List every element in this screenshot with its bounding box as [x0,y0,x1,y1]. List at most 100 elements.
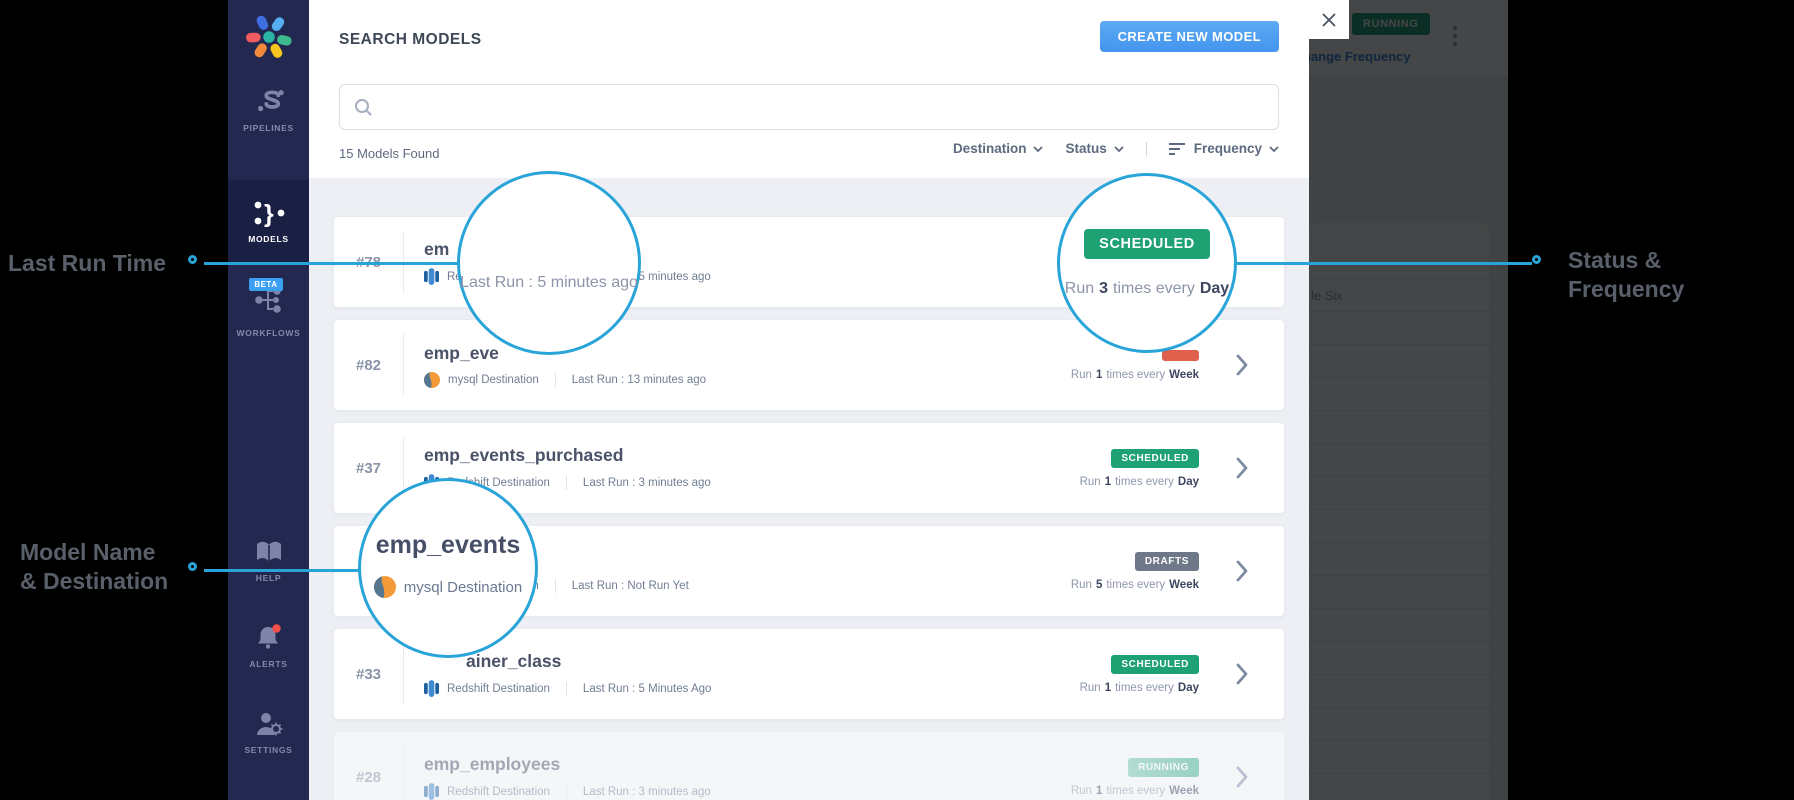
status-badge: SCHEDULED [1111,448,1199,468]
app-logo[interactable] [228,14,309,60]
modal-overlay [1309,0,1508,800]
status-badge: DRAFTS [1134,551,1199,571]
chevron-right-icon [1236,663,1247,685]
search-icon [355,99,372,116]
status-filter[interactable]: Status [1065,141,1124,156]
beta-badge: BETA [249,278,283,291]
redshift-destination-icon [424,680,439,697]
filter-divider [1145,141,1147,156]
sidebar-item-label: HELP [255,573,282,583]
sidebar-item-label: SETTINGS [244,745,293,755]
mysql-destination-icon [373,576,396,598]
destination-label: Redshift Destination [447,785,550,798]
annotation-line-last-run [204,262,458,265]
magnified-destination: mysql Destination [361,576,535,598]
run-frequency-text: Run 1 times every Week [1070,368,1199,381]
search-box[interactable] [339,84,1279,130]
meta-divider [565,784,567,799]
model-id: #82 [355,356,382,374]
status-badge [1162,349,1199,361]
sidebar-item-pipelines[interactable]: PIPELINES [228,88,309,133]
search-input[interactable] [382,99,1278,115]
magnified-status-badge: SCHEDULED [1084,229,1210,259]
run-frequency-text: Run 1 times every Week [1070,784,1199,797]
sidebar-item-models[interactable]: } MODELS [228,180,309,262]
chevron-down-icon [1033,145,1044,152]
create-new-model-button[interactable]: CREATE NEW MODEL [1099,21,1279,52]
meta-divider [554,578,556,593]
meta-divider [565,475,567,490]
sort-icon [1168,142,1185,155]
last-run-text: Last Run : 3 minutes ago [582,785,711,798]
destination-label: Redshift Destination [447,682,550,695]
status-badge: RUNNING [1128,757,1199,777]
row-chevron[interactable] [1199,354,1284,376]
chevron-right-icon [1236,766,1247,788]
magnifier-lens-model-name: emp_events mysql Destination [358,478,538,658]
mysql-destination-icon [424,371,440,388]
meta-divider [565,681,567,696]
last-run-text: Last Run : 5 Minutes Ago [582,682,712,695]
magnified-model-name: emp_events [375,531,521,559]
chevron-right-icon [1236,457,1247,479]
model-name: emp_employees [424,754,561,774]
sidebar-item-settings[interactable]: SETTINGS [228,710,309,755]
annotation-ring-status [1532,255,1541,264]
sidebar-item-label: ALERTS [249,659,288,669]
row-chevron[interactable] [1199,560,1284,582]
dimmed-background-page: RUNNING hange Frequency le Six [1309,0,1508,800]
magnifier-lens-last-run: Last Run : 5 minutes ago [457,171,641,355]
app-screenshot: PIPELINES } MODELS BETA WORKFLOWS HELP A… [228,0,1508,800]
run-frequency-text: Run 5 times every Week [1070,578,1199,591]
row-chevron[interactable] [1199,663,1284,685]
annotation-ring-last-run [188,255,197,264]
annotation-label-model-name-destination: Model Name & Destination [20,539,169,594]
chevron-right-icon [1236,560,1247,582]
meta-divider [554,372,556,387]
frequency-sort-filter[interactable]: Frequency [1168,141,1279,156]
modal-title: SEARCH MODELS [339,31,482,48]
row-chevron[interactable] [1199,766,1284,788]
run-frequency-text: Run 1 times every Day [1079,475,1199,488]
models-icon: } [254,200,284,228]
help-book-icon [256,541,281,562]
sidebar: PIPELINES } MODELS BETA WORKFLOWS HELP A… [228,0,309,800]
chevron-right-icon [1236,354,1247,376]
model-id: #37 [355,459,382,477]
model-name: ainer_class [466,651,562,671]
annotation-ring-model-name [188,562,197,571]
sidebar-item-help[interactable]: HELP [228,538,309,583]
model-row[interactable]: #28 emp_employees Redshift Destination L… [333,731,1285,800]
sidebar-item-label: MODELS [248,234,289,244]
svg-text:}: } [264,200,274,228]
chevron-down-icon [1269,145,1279,152]
annotation-line-model-name [204,569,360,572]
magnifier-lens-status: SCHEDULED Run 3 times every Day [1057,173,1237,353]
magnified-last-run-text: Last Run : 5 minutes ago [460,274,638,291]
run-frequency-text: Run 1 times every Day [1079,681,1199,694]
pipelines-icon [257,90,284,112]
redshift-destination-icon [424,783,439,800]
model-id: #33 [355,665,382,683]
alerts-bell-icon [257,624,281,649]
close-x-icon [1322,12,1336,27]
sidebar-item-label: WORKFLOWS [236,328,301,338]
annotation-label-last-run-time: Last Run Time [8,250,167,276]
search-models-modal: SEARCH MODELS CREATE NEW MODEL 15 Models… [309,0,1309,800]
row-chevron[interactable] [1199,457,1284,479]
destination-filter[interactable]: Destination [953,141,1044,156]
magnified-run-frequency-text: Run 3 times every Day [1064,280,1230,297]
filter-bar: Destination Status Frequency [953,141,1279,156]
last-run-text: Last Run : Not Run Yet [571,579,689,592]
annotation-line-status [1236,262,1532,265]
model-id: #28 [355,768,382,786]
annotation-label-status-frequency: Status & Frequency [1568,247,1685,302]
sidebar-item-workflows[interactable]: BETA WORKFLOWS [228,278,309,338]
results-count: 15 Models Found [339,146,440,161]
destination-label: mysql Destination [448,373,539,386]
sidebar-item-alerts[interactable]: ALERTS [228,622,309,669]
settings-user-gear-icon [256,713,282,736]
close-button[interactable] [1309,0,1349,39]
last-run-text: Last Run : 13 minutes ago [571,373,707,386]
chevron-down-icon [1114,145,1124,152]
